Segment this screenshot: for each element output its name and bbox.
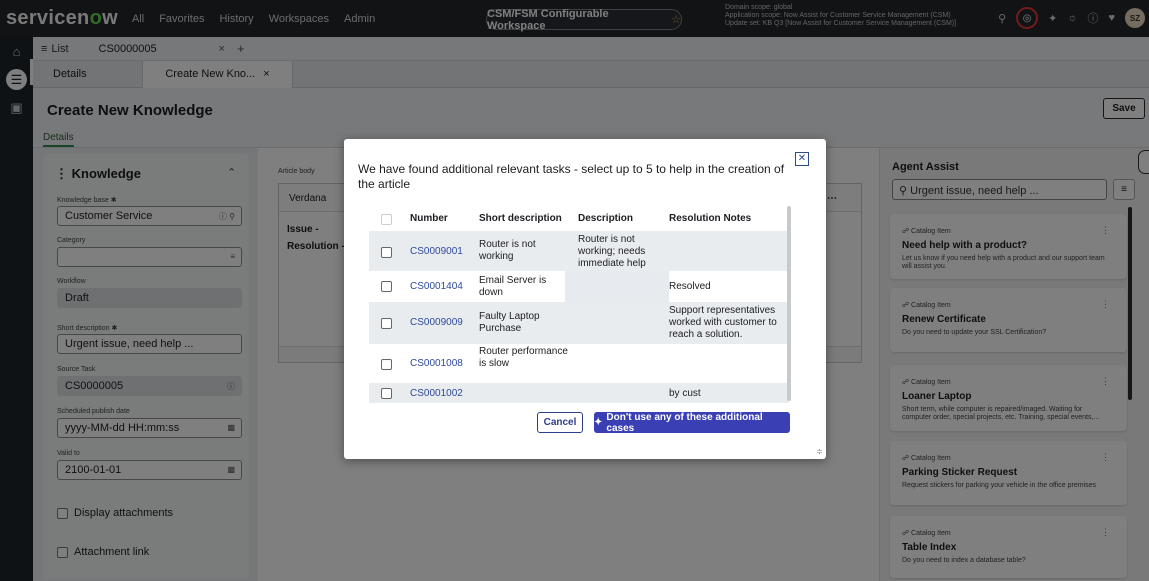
close-icon[interactable]: ✕ — [795, 152, 809, 166]
task-number-link[interactable]: CS0001404 — [410, 281, 463, 292]
table-row: CS0001008 Router performance is slow — [369, 344, 789, 383]
resolution-notes-cell: by cust — [669, 388, 701, 399]
table-row: CS0009009 Faulty Laptop Purchase Support… — [369, 302, 789, 344]
column-header-short-description[interactable]: Short description — [479, 213, 562, 224]
sparkle-icon: ✦ — [594, 417, 603, 428]
row-checkbox[interactable] — [381, 359, 392, 370]
resolution-notes-cell: Support representatives worked with cust… — [669, 305, 777, 340]
row-checkbox[interactable] — [381, 318, 392, 329]
cancel-button[interactable]: Cancel — [537, 412, 583, 433]
column-header-resolution-notes[interactable]: Resolution Notes — [669, 213, 751, 224]
task-number-link[interactable]: CS0009009 — [410, 317, 463, 328]
description-cell: Router is not working; needs immediate h… — [578, 234, 646, 269]
short-description-cell: Router is not working — [479, 239, 536, 262]
resize-handle-icon[interactable]: ≑ — [816, 447, 823, 456]
table-row: CS0001404 Email Server is down Resolved — [369, 271, 789, 302]
row-checkbox[interactable] — [381, 281, 392, 292]
cell-highlight — [565, 271, 669, 302]
task-number-link[interactable]: CS0001002 — [410, 388, 463, 399]
dialog-title: We have found additional relevant tasks … — [358, 162, 785, 191]
row-checkbox[interactable] — [381, 388, 392, 399]
table-scrollbar[interactable] — [787, 206, 791, 401]
select-all-checkbox[interactable] — [381, 214, 392, 225]
column-header-number[interactable]: Number — [410, 213, 448, 224]
dont-use-label: Don't use any of these additional cases — [606, 411, 763, 434]
table-row: CS0001002 by cust — [369, 383, 789, 403]
task-number-link[interactable]: CS0009001 — [410, 246, 463, 257]
table-row: CS0009001 Router is not working Router i… — [369, 231, 789, 271]
short-description-cell: Router performance is slow — [479, 346, 568, 369]
related-tasks-dialog: We have found additional relevant tasks … — [344, 139, 826, 459]
task-number-link[interactable]: CS0001008 — [410, 358, 463, 369]
app-window: servicenow All Favorites History Workspa… — [0, 0, 1149, 581]
row-checkbox[interactable] — [381, 247, 392, 258]
column-header-description[interactable]: Description — [578, 213, 633, 224]
short-description-cell: Faulty Laptop Purchase — [479, 311, 540, 334]
resolution-notes-cell: Resolved — [669, 281, 711, 292]
short-description-cell: Email Server is down — [479, 275, 547, 298]
dont-use-additional-cases-button[interactable]: ✦ Don't use any of these additional cases — [594, 411, 790, 434]
